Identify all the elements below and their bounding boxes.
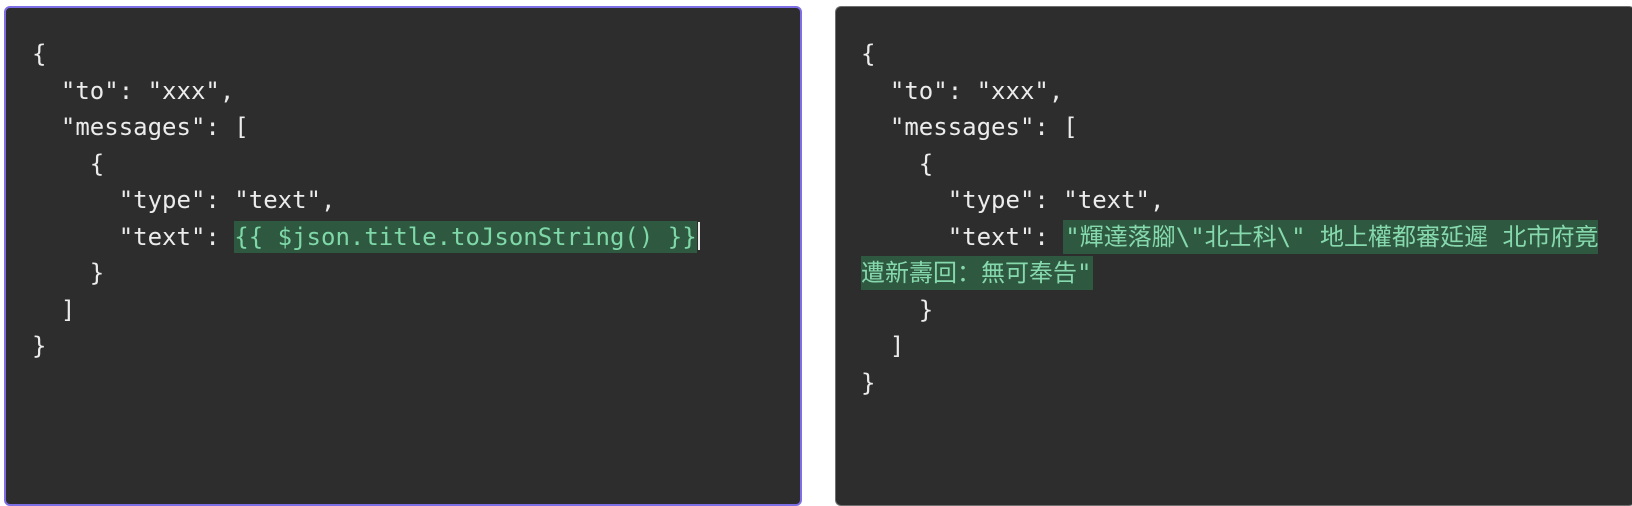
code-line: { — [32, 149, 105, 178]
expression-editor[interactable]: { "to": "xxx", "messages": [ { "type": "… — [4, 6, 802, 506]
code-line: { — [32, 40, 47, 68]
code-line-prefix: "text": — [32, 222, 235, 251]
code-line-prefix: "text": — [861, 222, 1064, 251]
code-line: "type": "text", — [32, 186, 336, 214]
code-line: "type": "text", — [861, 186, 1165, 214]
code-line-text: "text": {{ $json.title.toJsonString() }} — [32, 219, 782, 256]
code-line: } — [32, 259, 105, 287]
code-line: ] — [861, 332, 905, 360]
code-line: "messages": [ — [32, 113, 249, 141]
code-line: } — [861, 368, 876, 397]
result-preview: { "to": "xxx", "messages": [ { "type": "… — [835, 6, 1632, 506]
editor-code[interactable]: { "to": "xxx", "messages": [ { "type": "… — [32, 36, 782, 365]
code-line: } — [861, 295, 934, 324]
code-line: "to": "xxx", — [32, 76, 235, 105]
code-line: { — [861, 149, 934, 178]
code-line: } — [32, 332, 47, 360]
preview-code: { "to": "xxx", "messages": [ { "type": "… — [861, 36, 1617, 401]
code-line: { — [861, 40, 876, 68]
code-line-text: "text": "輝達落腳\"北士科\" 地上權都審延遲 北市府竟遭新壽回：無可… — [861, 219, 1617, 292]
code-line: ] — [32, 295, 76, 324]
code-line: "to": "xxx", — [861, 76, 1064, 105]
text-cursor — [697, 221, 700, 250]
code-line: "messages": [ — [861, 113, 1078, 141]
expression-token[interactable]: {{ $json.title.toJsonString() }} — [234, 220, 697, 253]
